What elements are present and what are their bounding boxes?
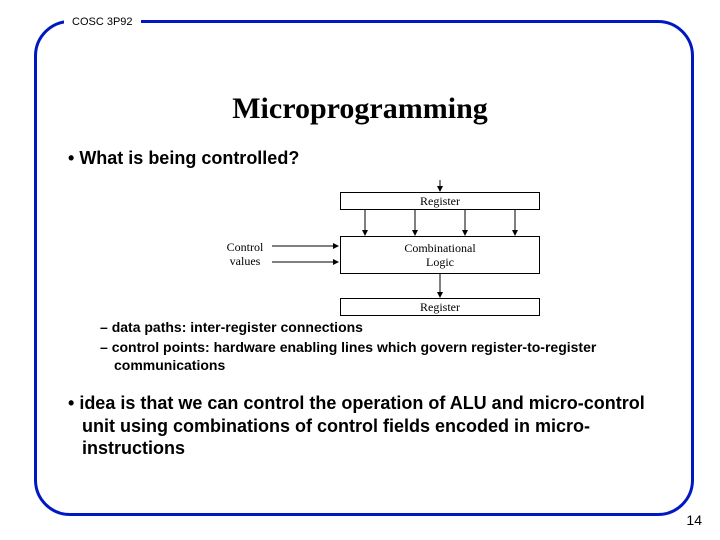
comb-line1: Combinational [404,241,475,255]
ctrl-line2: values [230,254,261,268]
control-values-label: Control values [220,240,270,268]
bullet-main-1: What is being controlled? [68,148,299,169]
datapath-diagram: Register Combinational Logic Register Co… [180,180,560,310]
sub-bullet-list: data paths: inter-register connections c… [100,318,660,377]
sub-bullet-1: data paths: inter-register connections [100,318,660,336]
ctrl-line1: Control [227,240,264,254]
slide-title: Microprogramming [0,92,720,126]
register-top-box: Register [340,192,540,210]
combinational-logic-box: Combinational Logic [340,236,540,274]
course-code: COSC 3P92 [64,16,141,28]
bullet-main-2: idea is that we can control the operatio… [68,392,668,460]
register-bottom-box: Register [340,298,540,316]
page-number: 14 [686,512,702,528]
comb-line2: Logic [426,255,454,269]
sub-bullet-2: control points: hardware enabling lines … [100,338,660,374]
